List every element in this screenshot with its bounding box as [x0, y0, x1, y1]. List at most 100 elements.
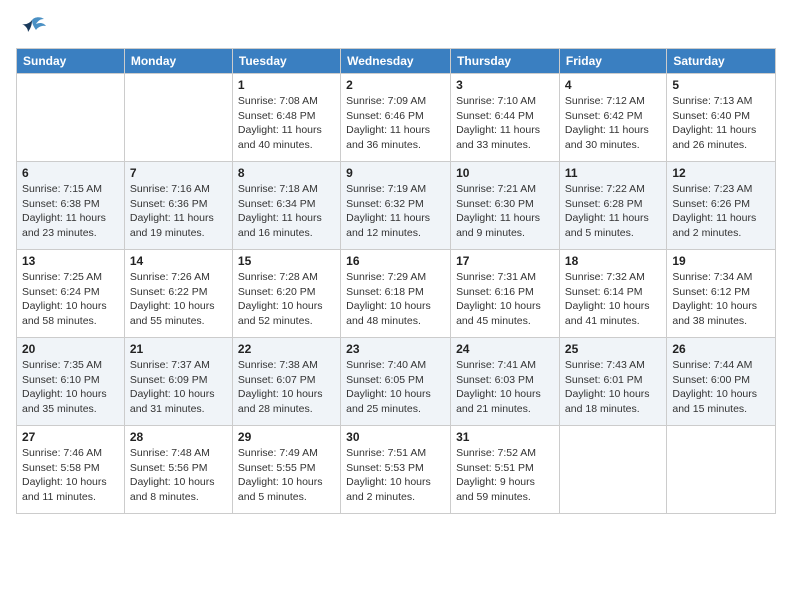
day-number: 20: [22, 342, 119, 356]
day-number: 1: [238, 78, 335, 92]
calendar-cell: 31 Sunrise: 7:52 AM Sunset: 5:51 PM Dayli…: [451, 426, 560, 514]
day-info: Sunrise: 7:23 AM Sunset: 6:26 PM Dayligh…: [672, 182, 770, 241]
calendar-cell: 3 Sunrise: 7:10 AM Sunset: 6:44 PM Daylig…: [451, 74, 560, 162]
weekday-header-monday: Monday: [124, 49, 232, 74]
calendar-header-row: SundayMondayTuesdayWednesdayThursdayFrid…: [17, 49, 776, 74]
calendar-cell: 20 Sunrise: 7:35 AM Sunset: 6:10 PM Dayli…: [17, 338, 125, 426]
day-number: 13: [22, 254, 119, 268]
page-header: [16, 16, 776, 38]
day-number: 17: [456, 254, 554, 268]
calendar-cell: 2 Sunrise: 7:09 AM Sunset: 6:46 PM Daylig…: [341, 74, 451, 162]
day-number: 5: [672, 78, 770, 92]
day-info: Sunrise: 7:22 AM Sunset: 6:28 PM Dayligh…: [565, 182, 661, 241]
weekday-header-wednesday: Wednesday: [341, 49, 451, 74]
day-info: Sunrise: 7:46 AM Sunset: 5:58 PM Dayligh…: [22, 446, 119, 505]
weekday-header-friday: Friday: [559, 49, 666, 74]
weekday-header-thursday: Thursday: [451, 49, 560, 74]
calendar-cell: [667, 426, 776, 514]
day-info: Sunrise: 7:43 AM Sunset: 6:01 PM Dayligh…: [565, 358, 661, 417]
day-number: 23: [346, 342, 445, 356]
day-number: 26: [672, 342, 770, 356]
day-number: 12: [672, 166, 770, 180]
day-number: 25: [565, 342, 661, 356]
day-info: Sunrise: 7:34 AM Sunset: 6:12 PM Dayligh…: [672, 270, 770, 329]
calendar-week-row: 13 Sunrise: 7:25 AM Sunset: 6:24 PM Dayli…: [17, 250, 776, 338]
day-info: Sunrise: 7:09 AM Sunset: 6:46 PM Dayligh…: [346, 94, 445, 153]
logo: [16, 16, 46, 38]
calendar-cell: 24 Sunrise: 7:41 AM Sunset: 6:03 PM Dayli…: [451, 338, 560, 426]
day-info: Sunrise: 7:10 AM Sunset: 6:44 PM Dayligh…: [456, 94, 554, 153]
day-info: Sunrise: 7:41 AM Sunset: 6:03 PM Dayligh…: [456, 358, 554, 417]
calendar-cell: 26 Sunrise: 7:44 AM Sunset: 6:00 PM Dayli…: [667, 338, 776, 426]
calendar-cell: 10 Sunrise: 7:21 AM Sunset: 6:30 PM Dayli…: [451, 162, 560, 250]
logo-bird-icon: [18, 16, 46, 38]
day-number: 7: [130, 166, 227, 180]
calendar-cell: 11 Sunrise: 7:22 AM Sunset: 6:28 PM Dayli…: [559, 162, 666, 250]
weekday-header-saturday: Saturday: [667, 49, 776, 74]
day-number: 30: [346, 430, 445, 444]
calendar-cell: 7 Sunrise: 7:16 AM Sunset: 6:36 PM Daylig…: [124, 162, 232, 250]
calendar-cell: [559, 426, 666, 514]
day-number: 11: [565, 166, 661, 180]
calendar-cell: 12 Sunrise: 7:23 AM Sunset: 6:26 PM Dayli…: [667, 162, 776, 250]
calendar-cell: 13 Sunrise: 7:25 AM Sunset: 6:24 PM Dayli…: [17, 250, 125, 338]
calendar-cell: 6Sunrise: 7:15 AM Sunset: 6:38 PM Daylig…: [17, 162, 125, 250]
calendar-cell: 15 Sunrise: 7:28 AM Sunset: 6:20 PM Dayli…: [232, 250, 340, 338]
calendar-week-row: 27Sunrise: 7:46 AM Sunset: 5:58 PM Dayli…: [17, 426, 776, 514]
calendar-cell: [17, 74, 125, 162]
calendar-cell: 25 Sunrise: 7:43 AM Sunset: 6:01 PM Dayli…: [559, 338, 666, 426]
calendar-cell: 22 Sunrise: 7:38 AM Sunset: 6:07 PM Dayli…: [232, 338, 340, 426]
day-info: Sunrise: 7:32 AM Sunset: 6:14 PM Dayligh…: [565, 270, 661, 329]
day-number: 31: [456, 430, 554, 444]
day-number: 8: [238, 166, 335, 180]
day-info: Sunrise: 7:37 AM Sunset: 6:09 PM Dayligh…: [130, 358, 227, 417]
day-info: Sunrise: 7:29 AM Sunset: 6:18 PM Dayligh…: [346, 270, 445, 329]
day-info: Sunrise: 7:15 AM Sunset: 6:38 PM Dayligh…: [22, 182, 119, 241]
day-info: Sunrise: 7:12 AM Sunset: 6:42 PM Dayligh…: [565, 94, 661, 153]
day-number: 9: [346, 166, 445, 180]
calendar-cell: 9 Sunrise: 7:19 AM Sunset: 6:32 PM Daylig…: [341, 162, 451, 250]
calendar-cell: 4 Sunrise: 7:12 AM Sunset: 6:42 PM Daylig…: [559, 74, 666, 162]
weekday-header-sunday: Sunday: [17, 49, 125, 74]
calendar-cell: 1 Sunrise: 7:08 AM Sunset: 6:48 PM Daylig…: [232, 74, 340, 162]
day-number: 22: [238, 342, 335, 356]
calendar-week-row: 1 Sunrise: 7:08 AM Sunset: 6:48 PM Daylig…: [17, 74, 776, 162]
day-info: Sunrise: 7:38 AM Sunset: 6:07 PM Dayligh…: [238, 358, 335, 417]
calendar-cell: 23 Sunrise: 7:40 AM Sunset: 6:05 PM Dayli…: [341, 338, 451, 426]
day-number: 3: [456, 78, 554, 92]
calendar-cell: [124, 74, 232, 162]
day-number: 10: [456, 166, 554, 180]
day-info: Sunrise: 7:52 AM Sunset: 5:51 PM Dayligh…: [456, 446, 554, 505]
calendar-cell: 8Sunrise: 7:18 AM Sunset: 6:34 PM Daylig…: [232, 162, 340, 250]
day-info: Sunrise: 7:26 AM Sunset: 6:22 PM Dayligh…: [130, 270, 227, 329]
day-info: Sunrise: 7:35 AM Sunset: 6:10 PM Dayligh…: [22, 358, 119, 417]
day-info: Sunrise: 7:25 AM Sunset: 6:24 PM Dayligh…: [22, 270, 119, 329]
calendar-cell: 27Sunrise: 7:46 AM Sunset: 5:58 PM Dayli…: [17, 426, 125, 514]
day-info: Sunrise: 7:28 AM Sunset: 6:20 PM Dayligh…: [238, 270, 335, 329]
weekday-header-tuesday: Tuesday: [232, 49, 340, 74]
calendar-cell: 14 Sunrise: 7:26 AM Sunset: 6:22 PM Dayli…: [124, 250, 232, 338]
day-info: Sunrise: 7:19 AM Sunset: 6:32 PM Dayligh…: [346, 182, 445, 241]
day-info: Sunrise: 7:08 AM Sunset: 6:48 PM Dayligh…: [238, 94, 335, 153]
day-number: 18: [565, 254, 661, 268]
calendar-cell: 21 Sunrise: 7:37 AM Sunset: 6:09 PM Dayli…: [124, 338, 232, 426]
day-number: 24: [456, 342, 554, 356]
day-number: 14: [130, 254, 227, 268]
day-info: Sunrise: 7:16 AM Sunset: 6:36 PM Dayligh…: [130, 182, 227, 241]
calendar-cell: 17 Sunrise: 7:31 AM Sunset: 6:16 PM Dayli…: [451, 250, 560, 338]
day-info: Sunrise: 7:21 AM Sunset: 6:30 PM Dayligh…: [456, 182, 554, 241]
calendar-cell: 29Sunrise: 7:49 AM Sunset: 5:55 PM Dayli…: [232, 426, 340, 514]
calendar-cell: 5Sunrise: 7:13 AM Sunset: 6:40 PM Daylig…: [667, 74, 776, 162]
day-number: 2: [346, 78, 445, 92]
day-number: 15: [238, 254, 335, 268]
calendar-body: 1 Sunrise: 7:08 AM Sunset: 6:48 PM Daylig…: [17, 74, 776, 514]
day-info: Sunrise: 7:44 AM Sunset: 6:00 PM Dayligh…: [672, 358, 770, 417]
day-info: Sunrise: 7:51 AM Sunset: 5:53 PM Dayligh…: [346, 446, 445, 505]
calendar-cell: 30 Sunrise: 7:51 AM Sunset: 5:53 PM Dayli…: [341, 426, 451, 514]
day-info: Sunrise: 7:31 AM Sunset: 6:16 PM Dayligh…: [456, 270, 554, 329]
calendar-week-row: 20 Sunrise: 7:35 AM Sunset: 6:10 PM Dayli…: [17, 338, 776, 426]
calendar-week-row: 6Sunrise: 7:15 AM Sunset: 6:38 PM Daylig…: [17, 162, 776, 250]
day-info: Sunrise: 7:40 AM Sunset: 6:05 PM Dayligh…: [346, 358, 445, 417]
day-number: 21: [130, 342, 227, 356]
day-number: 4: [565, 78, 661, 92]
